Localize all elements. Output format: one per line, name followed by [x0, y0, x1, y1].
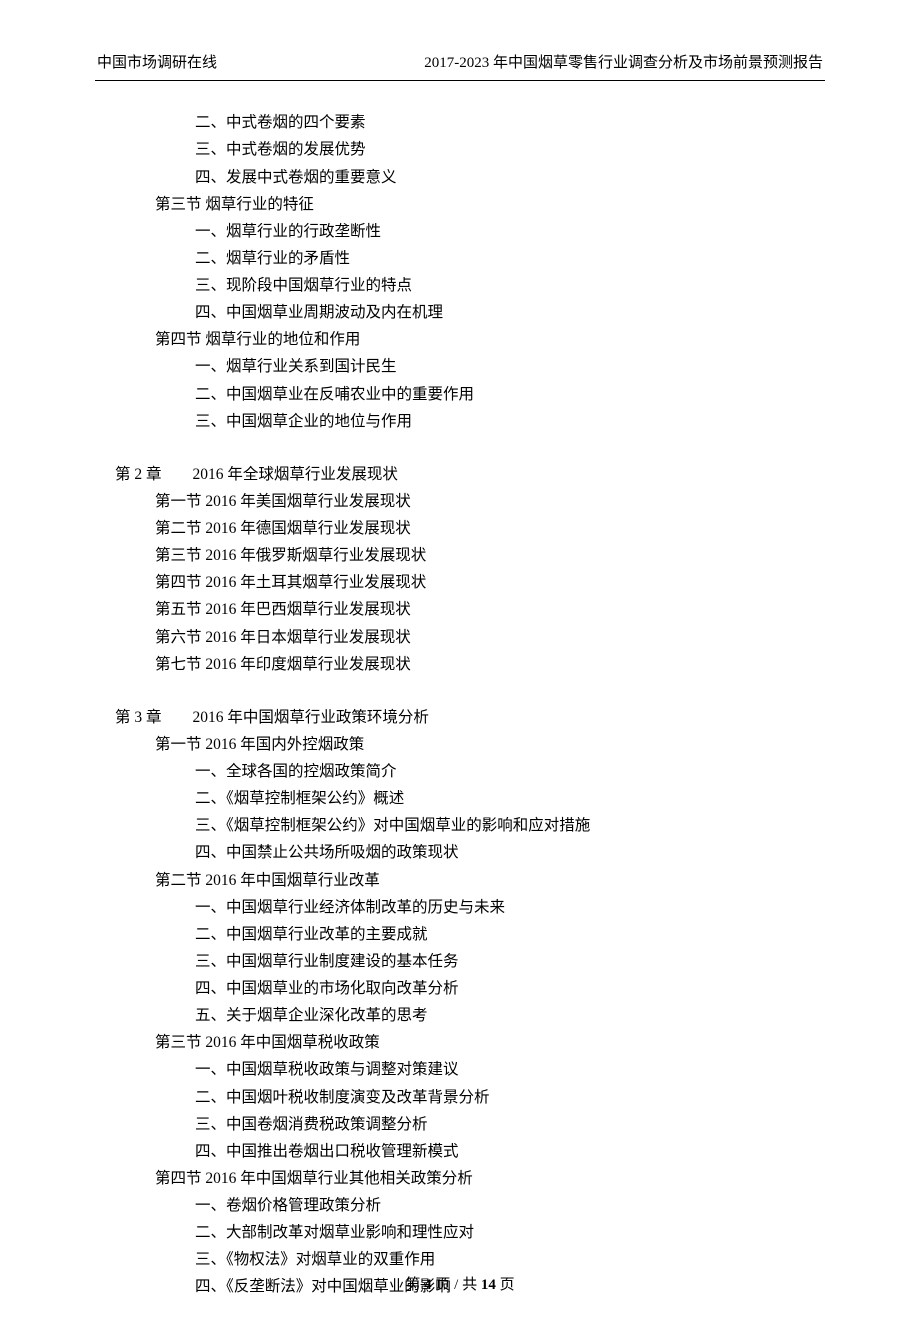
section-gap: [95, 678, 825, 704]
table-of-contents: 二、中式卷烟的四个要素三、中式卷烟的发展优势四、发展中式卷烟的重要意义第三节 烟…: [95, 109, 825, 1300]
toc-entry: 第一节 2016 年国内外控烟政策: [95, 731, 825, 758]
toc-entry: 三、中国卷烟消费税政策调整分析: [95, 1111, 825, 1138]
toc-entry: 第二节 2016 年中国烟草行业改革: [95, 867, 825, 894]
toc-entry: 二、中国烟草行业改革的主要成就: [95, 921, 825, 948]
toc-entry: 第一节 2016 年美国烟草行业发展现状: [95, 488, 825, 515]
toc-entry: 二、《烟草控制框架公约》概述: [95, 785, 825, 812]
toc-entry: 第四节 2016 年土耳其烟草行业发展现状: [95, 569, 825, 596]
toc-entry: 四、中国禁止公共场所吸烟的政策现状: [95, 839, 825, 866]
toc-entry: 五、关于烟草企业深化改革的思考: [95, 1002, 825, 1029]
toc-entry: 一、中国烟草税收政策与调整对策建议: [95, 1056, 825, 1083]
page-footer: 第 4 页 / 共 14 页: [0, 1272, 920, 1298]
toc-entry: 四、发展中式卷烟的重要意义: [95, 164, 825, 191]
toc-entry: 四、中国烟草业的市场化取向改革分析: [95, 975, 825, 1002]
toc-entry: 第三节 2016 年中国烟草税收政策: [95, 1029, 825, 1056]
toc-entry: 四、中国烟草业周期波动及内在机理: [95, 299, 825, 326]
toc-entry: 三、现阶段中国烟草行业的特点: [95, 272, 825, 299]
toc-entry: 第六节 2016 年日本烟草行业发展现状: [95, 624, 825, 651]
toc-entry: 第五节 2016 年巴西烟草行业发展现状: [95, 596, 825, 623]
toc-entry: 第 3 章 2016 年中国烟草行业政策环境分析: [95, 704, 825, 731]
toc-entry: 一、全球各国的控烟政策简介: [95, 758, 825, 785]
toc-entry: 三、中国烟草企业的地位与作用: [95, 408, 825, 435]
page-number: 第 4 页 / 共 14 页: [405, 1277, 514, 1293]
header-right: 2017-2023 年中国烟草零售行业调查分析及市场前景预测报告: [424, 50, 823, 76]
page-header: 中国市场调研在线 2017-2023 年中国烟草零售行业调查分析及市场前景预测报…: [95, 50, 825, 81]
toc-entry: 第四节 烟草行业的地位和作用: [95, 326, 825, 353]
toc-entry: 第三节 烟草行业的特征: [95, 191, 825, 218]
toc-entry: 第七节 2016 年印度烟草行业发展现状: [95, 651, 825, 678]
toc-entry: 第 2 章 2016 年全球烟草行业发展现状: [95, 461, 825, 488]
toc-entry: 一、卷烟价格管理政策分析: [95, 1192, 825, 1219]
toc-entry: 二、烟草行业的矛盾性: [95, 245, 825, 272]
section-gap: [95, 435, 825, 461]
toc-entry: 三、中国烟草行业制度建设的基本任务: [95, 948, 825, 975]
toc-entry: 第三节 2016 年俄罗斯烟草行业发展现状: [95, 542, 825, 569]
toc-entry: 第二节 2016 年德国烟草行业发展现状: [95, 515, 825, 542]
toc-entry: 二、大部制改革对烟草业影响和理性应对: [95, 1219, 825, 1246]
toc-entry: 三、《烟草控制框架公约》对中国烟草业的影响和应对措施: [95, 812, 825, 839]
toc-entry: 二、中国烟叶税收制度演变及改革背景分析: [95, 1084, 825, 1111]
toc-entry: 二、中国烟草业在反哺农业中的重要作用: [95, 381, 825, 408]
toc-entry: 第四节 2016 年中国烟草行业其他相关政策分析: [95, 1165, 825, 1192]
toc-entry: 三、《物权法》对烟草业的双重作用: [95, 1246, 825, 1273]
toc-entry: 四、中国推出卷烟出口税收管理新模式: [95, 1138, 825, 1165]
header-left: 中国市场调研在线: [97, 50, 217, 76]
toc-entry: 一、烟草行业的行政垄断性: [95, 218, 825, 245]
toc-entry: 一、中国烟草行业经济体制改革的历史与未来: [95, 894, 825, 921]
toc-entry: 三、中式卷烟的发展优势: [95, 136, 825, 163]
document-page: 中国市场调研在线 2017-2023 年中国烟草零售行业调查分析及市场前景预测报…: [0, 0, 920, 1341]
toc-entry: 一、烟草行业关系到国计民生: [95, 353, 825, 380]
toc-entry: 二、中式卷烟的四个要素: [95, 109, 825, 136]
